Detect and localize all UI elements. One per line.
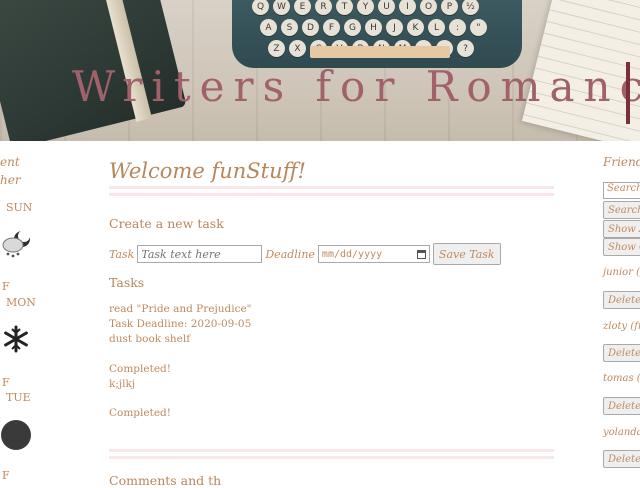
snow-cloud-icon [0,227,34,261]
typewriter-key: P [441,0,458,15]
task-item: k;jlkj [109,378,136,390]
weather-day-label: MON [6,296,36,309]
typewriter-key: ½ [462,0,479,15]
friend-search-input[interactable]: Search A [603,182,640,199]
new-task-form: Task Deadline mm/dd/yyyy Save Task [109,243,501,265]
typewriter-key-row: A S D F G H J K L: " [260,19,502,36]
task-label: Task [109,247,135,261]
typewriter-key: U [378,0,395,15]
weather-heading-line2: her [0,173,21,187]
task-item: read "Pride and Prejudice" [109,303,252,315]
task-status: Completed! [109,407,171,419]
weather-day-label: TUE [6,391,31,404]
typewriter-key: R [315,0,332,15]
typewriter-key: : [449,19,466,36]
show-other-button[interactable]: Show C [603,238,640,256]
typewriter-key: ? [457,40,474,57]
deadline-date-input[interactable]: mm/dd/yyyy [317,245,430,263]
typewriter-key: H [365,19,382,36]
typewriter-key: K [407,19,424,36]
delete-friend-button[interactable]: Delete I [603,291,640,309]
task-item: dust book shelf [109,333,191,345]
moon-icon [0,418,34,452]
main-content: Welcome funStuff! Create a new task Task… [109,141,554,488]
task-status: Completed! [109,363,171,375]
friend-name: junior (f [603,267,640,278]
header-banner: QWERTYUIOP½ASDFGHJKL:"ZXCVBNM,.? Writers… [0,0,640,141]
calendar-icon[interactable] [416,249,426,259]
typewriter-key: L [428,19,445,36]
section-divider [109,186,554,196]
save-task-button[interactable]: Save Task [432,243,501,265]
section-divider [109,449,554,459]
typewriter-key: Z [268,40,285,57]
typewriter-key-row: QWERTYUIOP½ [252,0,502,15]
friend-name: tomas (f [603,373,640,384]
task-text-input[interactable] [137,245,263,263]
weather-temp: F [2,376,10,389]
friend-name: yolanda [603,427,640,438]
typewriter-key: E [294,0,311,15]
typewriter-key: A [260,19,277,36]
date-placeholder: mm/dd/yyyy [321,248,383,260]
comments-heading: Comments and th [109,473,222,488]
typewriter-spacebar [310,46,450,58]
delete-friend-button[interactable]: Delete I [603,344,640,362]
typewriter-key: W [273,0,290,15]
typewriter-key: Y [357,0,374,15]
delete-friend-button[interactable]: Delete I [603,450,640,468]
typewriter-key: J [386,19,403,36]
weather-heading-line1: ent [0,155,20,169]
friends-panel: Friends Search A Search Show A Show C ju… [602,141,640,477]
friend-search-button[interactable]: Search [603,201,640,219]
typewriter-key: O [420,0,437,15]
typewriter-image: QWERTYUIOP½ASDFGHJKL:"ZXCVBNM,.? [232,0,522,68]
snowflake-icon [0,323,34,357]
friend-name: zloty (fr [603,321,640,332]
weather-day-label: SUN [6,201,33,214]
weather-temp: F [2,469,10,482]
tasks-heading: Tasks [109,275,145,290]
typewriter-key: T [336,0,353,15]
weather-widget: ent her SUN F MON F TUE F [0,141,60,482]
typewriter-key: Q [252,0,269,15]
deadline-label: Deadline [265,247,315,261]
typewriter-key: S [281,19,298,36]
typewriter-key: D [302,19,319,36]
site-title[interactable]: Writers for Romance [72,62,640,111]
typewriter-key: F [323,19,340,36]
create-task-heading: Create a new task [109,216,224,231]
task-deadline: Task Deadline: 2020-09-05 [109,318,252,330]
show-all-friends-button[interactable]: Show A [603,220,640,238]
weather-temp: F [2,280,10,293]
text-cursor [626,62,630,124]
typewriter-key: " [470,19,487,36]
friends-title: Friends [603,155,640,169]
typewriter-key: I [399,0,416,15]
delete-friend-button[interactable]: Delete I [603,397,640,415]
welcome-heading: Welcome funStuff! [109,159,306,183]
typewriter-key: G [344,19,361,36]
typewriter-key: X [289,40,306,57]
